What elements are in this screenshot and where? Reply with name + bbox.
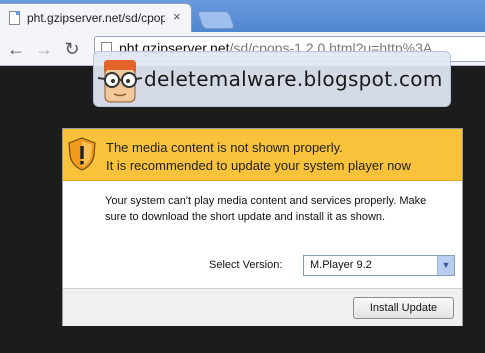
tab-close-icon[interactable]: × <box>173 10 181 24</box>
forward-icon[interactable]: → <box>34 39 54 59</box>
new-tab-button[interactable] <box>196 11 236 29</box>
dialog-footer: Install Update <box>63 288 462 326</box>
warning-bar: The media content is not shown properly.… <box>63 129 462 181</box>
chevron-down-icon[interactable]: ▼ <box>437 256 454 275</box>
watermark-text: deletemalware.blogspot.com <box>144 67 443 91</box>
browser-tab[interactable]: pht.gzipserver.net/sd/cpops × <box>0 3 192 32</box>
fake-update-dialog: The media content is not shown properly.… <box>62 128 463 326</box>
version-select[interactable]: M.Player 9.2 ▼ <box>303 255 455 276</box>
warning-shield-icon <box>68 137 96 171</box>
select-version-label: Select Version: <box>209 259 283 271</box>
back-icon[interactable]: ← <box>6 39 26 59</box>
warning-line-1: The media content is not shown properly. <box>106 140 343 155</box>
dialog-message: Your system can't play media content and… <box>105 195 427 223</box>
install-update-button[interactable]: Install Update <box>353 297 454 319</box>
nerd-face-logo-icon <box>97 60 143 103</box>
reload-icon[interactable]: ↻ <box>62 39 82 59</box>
tab-title: pht.gzipserver.net/sd/cpops <box>27 11 165 25</box>
version-select-value: M.Player 9.2 <box>310 259 372 271</box>
warning-line-2: It is recommended to update your system … <box>106 158 411 173</box>
watermark-banner: deletemalware.blogspot.com <box>93 51 451 107</box>
tab-strip: pht.gzipserver.net/sd/cpops × <box>0 0 485 32</box>
page-icon <box>9 11 20 25</box>
